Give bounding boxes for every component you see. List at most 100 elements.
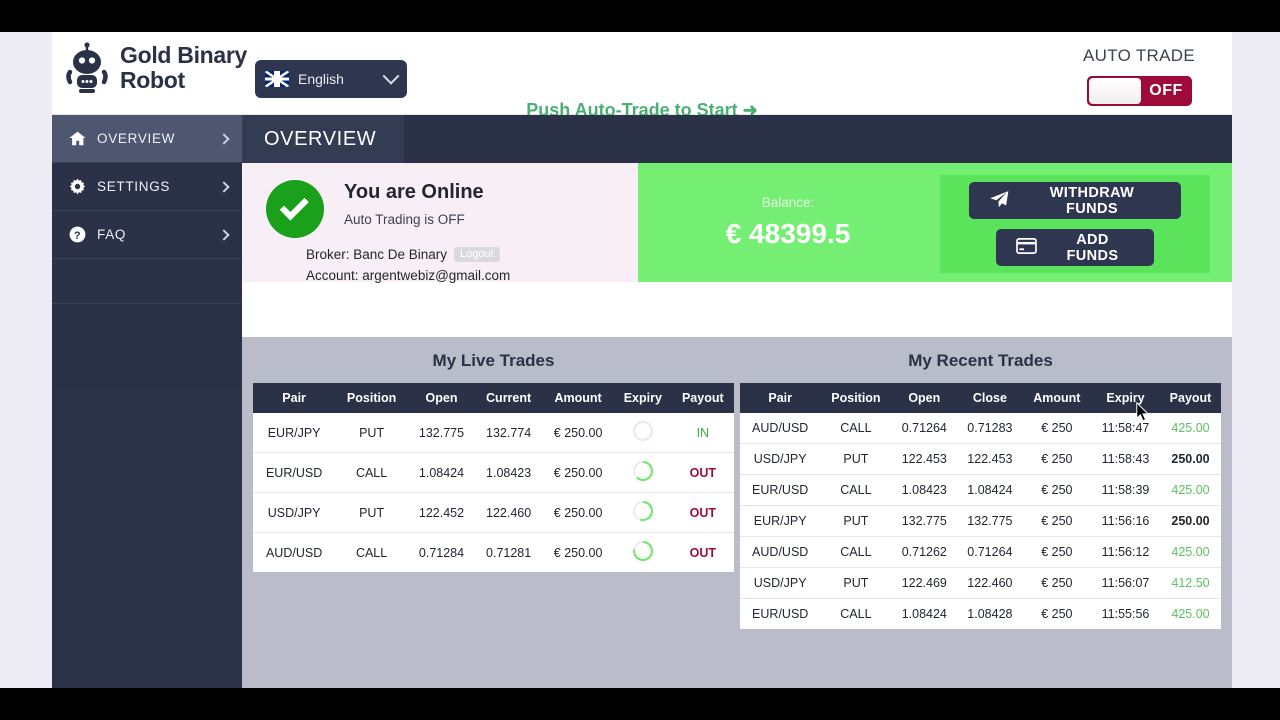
logout-button[interactable]: Logout bbox=[454, 247, 500, 262]
table-row: USD/JPY PUT 122.452 122.460 € 250.00 OUT bbox=[253, 492, 734, 533]
table-cell: AUD/USD bbox=[265, 545, 323, 560]
mouse-cursor bbox=[1136, 401, 1150, 427]
uk-flag-icon bbox=[265, 71, 289, 87]
svg-text:?: ? bbox=[73, 230, 80, 242]
table-cell: € 250 bbox=[1022, 505, 1092, 537]
spacer bbox=[242, 282, 1232, 337]
column-header: Expiry bbox=[614, 383, 672, 413]
table-cell: 0.71284 bbox=[418, 545, 465, 560]
table-row: EUR/JPY PUT 132.775 132.774 € 250.00 IN bbox=[253, 413, 734, 453]
credit-card-icon bbox=[1016, 237, 1037, 258]
table-cell: € 250.00 bbox=[542, 413, 615, 453]
page-title: OVERVIEW bbox=[242, 115, 404, 163]
home-icon bbox=[66, 131, 88, 146]
table-cell: 1.08423 bbox=[891, 474, 958, 506]
table-cell: EUR/USD bbox=[752, 607, 809, 621]
recent-trades-panel: My Recent Trades Pair Position Open Close Am… bbox=[737, 351, 1224, 688]
recent-trades-title: My Recent Trades bbox=[908, 351, 1053, 370]
table-row: EUR/JPY PUT 132.775 132.775 € 250 11:56:16 250… bbox=[740, 505, 1221, 537]
table-cell: 1.08424 bbox=[407, 452, 476, 493]
expiry-spinner-icon bbox=[632, 421, 653, 441]
table-cell: € 250 bbox=[1022, 474, 1092, 506]
sidebar-empty-area bbox=[52, 388, 242, 688]
live-trades-title: My Live Trades bbox=[432, 351, 555, 370]
auto-trade-label: AUTO TRADE bbox=[1083, 46, 1195, 65]
table-cell: OUT bbox=[689, 545, 716, 560]
add-funds-button[interactable]: ADD FUNDS bbox=[996, 229, 1154, 266]
table-row: EUR/USD CALL 1.08424 1.08428 € 250 11:55:56 42… bbox=[740, 599, 1221, 630]
table-cell: 11:58:43 bbox=[1091, 443, 1161, 475]
letterbox-top bbox=[0, 0, 1280, 32]
live-trades-body: EUR/JPY PUT 132.775 132.774 € 250.00 IN EUR/US… bbox=[253, 413, 734, 572]
table-cell: CALL bbox=[820, 536, 892, 568]
expiry-spinner-cell bbox=[614, 452, 672, 493]
table-cell: € 250 bbox=[1022, 413, 1092, 444]
table-cell: 412.50 bbox=[1160, 567, 1221, 599]
table-cell: 0.71264 bbox=[891, 413, 958, 444]
table-cell: 122.460 bbox=[957, 567, 1023, 599]
balance-value: € 48399.5 bbox=[725, 218, 851, 249]
table-cell: EUR/JPY bbox=[740, 505, 821, 537]
expiry-spinner-cell bbox=[614, 492, 672, 533]
language-selector[interactable]: English bbox=[255, 60, 407, 98]
table-cell: € 250 bbox=[1041, 607, 1073, 621]
chevron-right-icon bbox=[218, 180, 230, 193]
table-cell: 250.00 bbox=[1160, 505, 1221, 537]
column-header: Position bbox=[820, 383, 892, 413]
status-title: You are Online bbox=[344, 181, 484, 203]
column-header: Open bbox=[407, 383, 476, 413]
sidebar-item-label: OVERVIEW bbox=[97, 131, 176, 146]
column-header: Pair bbox=[740, 383, 821, 413]
table-row: USD/JPY PUT 122.469 122.460 € 250 11:56:07 412… bbox=[740, 567, 1221, 599]
table-cell: IN bbox=[671, 413, 734, 453]
sidebar-item-settings[interactable]: SETTINGS bbox=[52, 163, 242, 211]
funds-panel: WITHDRAW FUNDS ADD FUNDS bbox=[940, 175, 1210, 273]
table-cell: € 250.00 bbox=[553, 545, 603, 560]
account-label: Account: argentwebiz@gmail.com bbox=[306, 268, 511, 283]
toggle-state-label: OFF bbox=[1149, 82, 1183, 99]
table-cell: OUT bbox=[671, 492, 734, 533]
column-header: Current bbox=[475, 383, 543, 413]
withdraw-funds-button[interactable]: WITHDRAW FUNDS bbox=[969, 182, 1181, 219]
robot-icon bbox=[64, 42, 110, 94]
broker-line: Broker: Banc De Binary Logout bbox=[306, 247, 510, 262]
table-cell: OUT bbox=[671, 452, 734, 493]
table-cell: 132.775 bbox=[891, 505, 958, 537]
expiry-spinner-icon bbox=[632, 501, 653, 521]
chevron-down-icon bbox=[382, 67, 400, 85]
table-cell: USD/JPY bbox=[740, 443, 821, 475]
table-cell: CALL bbox=[840, 607, 872, 621]
status-subtitle: Auto Trading is OFF bbox=[344, 212, 465, 227]
table-cell: USD/JPY bbox=[740, 567, 821, 599]
column-header: Amount bbox=[542, 383, 615, 413]
brand-name: Gold Binary Robot bbox=[120, 42, 248, 93]
auto-trade-toggle[interactable]: OFF bbox=[1086, 76, 1192, 106]
table-cell: EUR/JPY bbox=[253, 413, 336, 453]
table-cell: 122.452 bbox=[407, 492, 476, 533]
add-funds-label: ADD FUNDS bbox=[1066, 231, 1119, 264]
sidebar-item-label: SETTINGS bbox=[97, 179, 171, 194]
column-header: Open bbox=[891, 383, 958, 413]
recent-trades-body: AUD/USD CALL 0.71264 0.71283 € 250 11:58:47 42… bbox=[740, 413, 1221, 629]
trades-section: My Live Trades Pair Position Open Current Am… bbox=[242, 337, 1232, 688]
auto-trade-section: AUTO TRADE OFF bbox=[1064, 46, 1214, 106]
sidebar-item-overview[interactable]: OVERVIEW bbox=[52, 115, 242, 163]
expiry-spinner-cell bbox=[614, 533, 672, 573]
table-cell: 425.00 bbox=[1171, 607, 1210, 621]
page-background: Gold Binary Robot English Push Auto-Trad… bbox=[0, 32, 1280, 688]
table-cell: PUT bbox=[335, 413, 408, 453]
main-content: OVERVIEW You are Online Auto Trading is … bbox=[242, 115, 1232, 688]
table-cell: 11:56:12 bbox=[1091, 536, 1161, 568]
account-info: Broker: Banc De Binary Logout Account: a… bbox=[306, 247, 510, 289]
column-header: Payout bbox=[671, 383, 734, 413]
status-card: You are Online Auto Trading is OFF Broke… bbox=[242, 163, 638, 283]
sidebar-item-faq[interactable]: ? FAQ bbox=[52, 211, 242, 259]
app-window: Gold Binary Robot English Push Auto-Trad… bbox=[52, 32, 1232, 688]
column-header: Pair bbox=[253, 383, 336, 413]
chevron-right-icon bbox=[218, 132, 230, 145]
status-texts: You are Online Auto Trading is OFF bbox=[344, 175, 484, 227]
column-header: Position bbox=[335, 383, 408, 413]
table-cell: 1.08423 bbox=[475, 452, 543, 493]
table-cell: CALL bbox=[335, 452, 408, 493]
withdraw-funds-label: WITHDRAW FUNDS bbox=[1049, 184, 1135, 217]
